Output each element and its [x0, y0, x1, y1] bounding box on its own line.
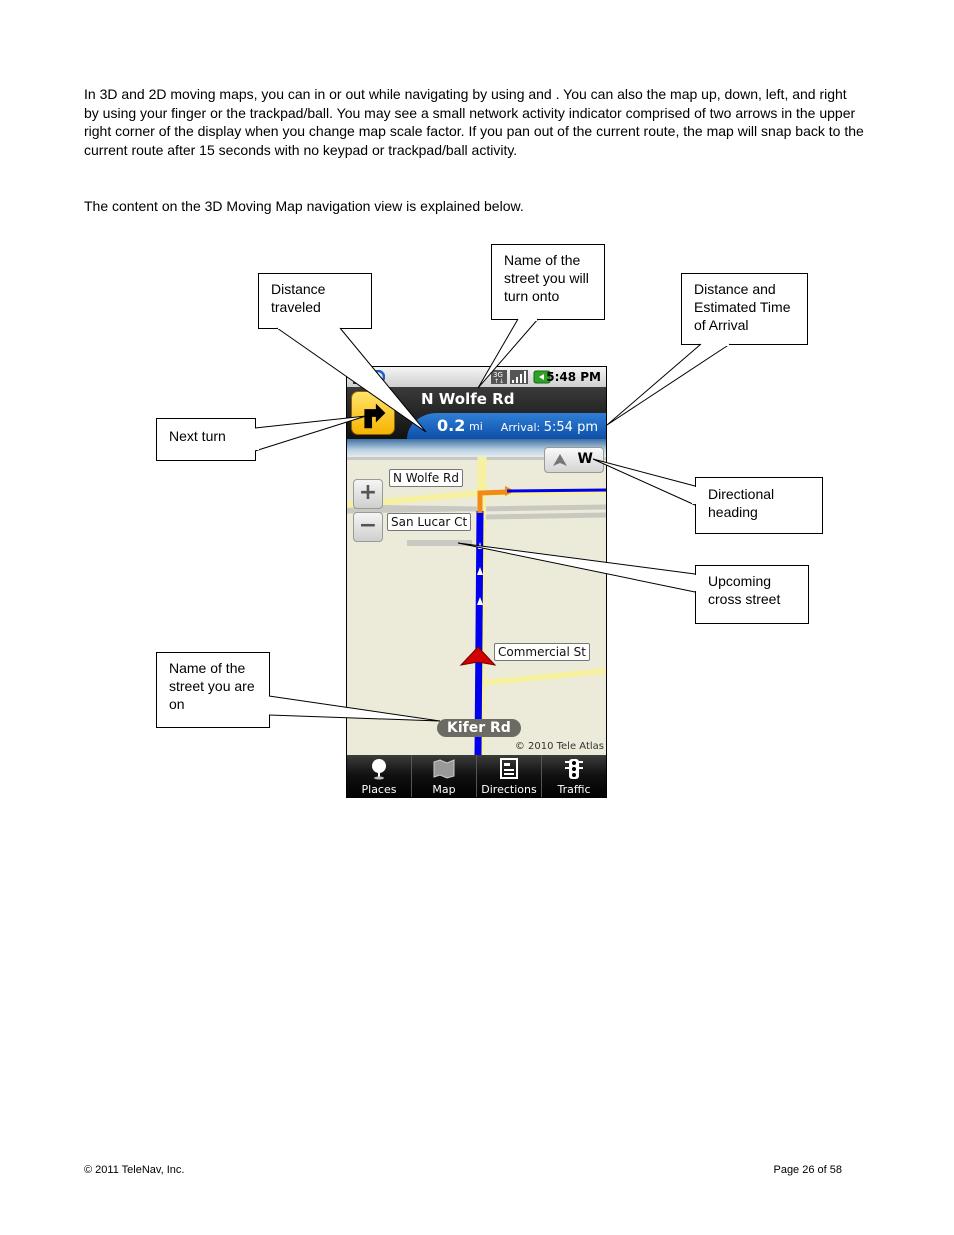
road-gray: [481, 512, 606, 520]
callout-upcoming-cross-street: Upcoming cross street: [695, 565, 809, 624]
footer-page-number: Page 26 of 58: [773, 1164, 842, 1176]
callout-text: Name of the street you will turn onto: [504, 252, 589, 304]
callout-current-street: Name of the street you are on: [156, 652, 270, 728]
turn-right-arrow-icon: [364, 403, 386, 429]
status-time: 5:48 PM: [546, 370, 601, 384]
heading-value: W: [577, 451, 593, 467]
sync-icon: [371, 370, 385, 384]
callout-distance-traveled: Distance traveled: [258, 273, 372, 329]
3g-icon: 3G↑↓: [491, 370, 507, 384]
map-icon: [433, 759, 455, 779]
lead-sentence: The content on the 3D Moving Map navigat…: [84, 198, 524, 214]
pin-icon: [372, 759, 386, 780]
map-label-san-lucar: San Lucar Ct: [387, 513, 472, 531]
tab-traffic[interactable]: Traffic: [542, 755, 606, 797]
map-label-commercial: Commercial St: [494, 643, 590, 661]
callout-turn-street: Name of the street you will turn onto: [491, 244, 605, 320]
compass-arrow-icon: [553, 454, 567, 466]
signal-icon: [510, 370, 528, 384]
tab-label: Directions: [481, 783, 537, 796]
tab-label: Places: [361, 783, 397, 796]
arrival-label: Arrival:: [500, 421, 541, 434]
footer-copyright: © 2011 TeleNav, Inc.: [84, 1164, 185, 1176]
leader-eta: [606, 343, 731, 426]
callout-eta: Distance and Estimated Time of Arrival: [681, 273, 808, 345]
download-icon: [353, 370, 367, 384]
next-street-name: N Wolfe Rd: [421, 390, 515, 408]
directional-heading-button[interactable]: W: [544, 447, 604, 473]
next-turn-button[interactable]: [351, 391, 395, 435]
callout-text: Distance traveled: [271, 281, 326, 315]
tab-label: Traffic: [557, 783, 591, 796]
callout-next-turn: Next turn: [156, 418, 256, 461]
distance-unit: mi: [469, 420, 483, 433]
bottom-tab-bar: Places Map Directions Traffic: [347, 755, 606, 797]
callout-text: Next turn: [169, 428, 226, 444]
zoom-out-button[interactable]: −: [353, 512, 383, 542]
svg-text:↑↓: ↑↓: [494, 378, 504, 384]
traffic-light-icon: [565, 759, 583, 779]
tab-directions[interactable]: Directions: [477, 755, 542, 797]
tab-label: Map: [432, 783, 456, 796]
tab-map[interactable]: Map: [412, 755, 477, 797]
road-wolfe-cross: [347, 488, 606, 508]
intro-paragraph: In 3D and 2D moving maps, you can in or …: [84, 86, 864, 158]
zoom-in-button[interactable]: +: [353, 479, 383, 509]
status-bar: 3G ↑↓ 5:48 PM: [347, 367, 606, 387]
map-roads: [347, 457, 606, 755]
callout-text: Upcoming cross street: [708, 573, 781, 607]
callout-directional-heading: Directional heading: [695, 477, 823, 534]
map-label-wolfe: N Wolfe Rd: [389, 469, 464, 487]
navigation-header: N Wolfe Rd 0.2 mi Arrival: 5:54 pm: [347, 387, 606, 439]
callout-text: Directional heading: [708, 486, 775, 520]
map-credit: © 2010 Tele Atlas: [514, 741, 604, 752]
tab-places[interactable]: Places: [347, 755, 412, 797]
phone-screen: 3G ↑↓ 5:48 PM N Wolfe Rd 0.2 mi Arrival: …: [346, 366, 607, 798]
callout-text: Name of the street you are on: [169, 660, 255, 712]
route-after-turn: [506, 488, 606, 493]
leader-heading: [592, 458, 696, 506]
arrival-time: 5:54 pm: [543, 420, 598, 435]
vehicle-arrow: [459, 646, 497, 666]
arrival-info: Arrival: 5:54 pm: [501, 420, 598, 435]
distance-value: 0.2: [437, 416, 466, 435]
map-view[interactable]: + − N Wolfe Rd San Lucar Ct Commercial S…: [347, 457, 606, 755]
callout-text: Distance and Estimated Time of Arrival: [694, 281, 791, 333]
current-street-label: Kifer Rd: [437, 719, 521, 737]
road-commercial: [481, 668, 606, 686]
directions-list-icon: [500, 758, 518, 779]
